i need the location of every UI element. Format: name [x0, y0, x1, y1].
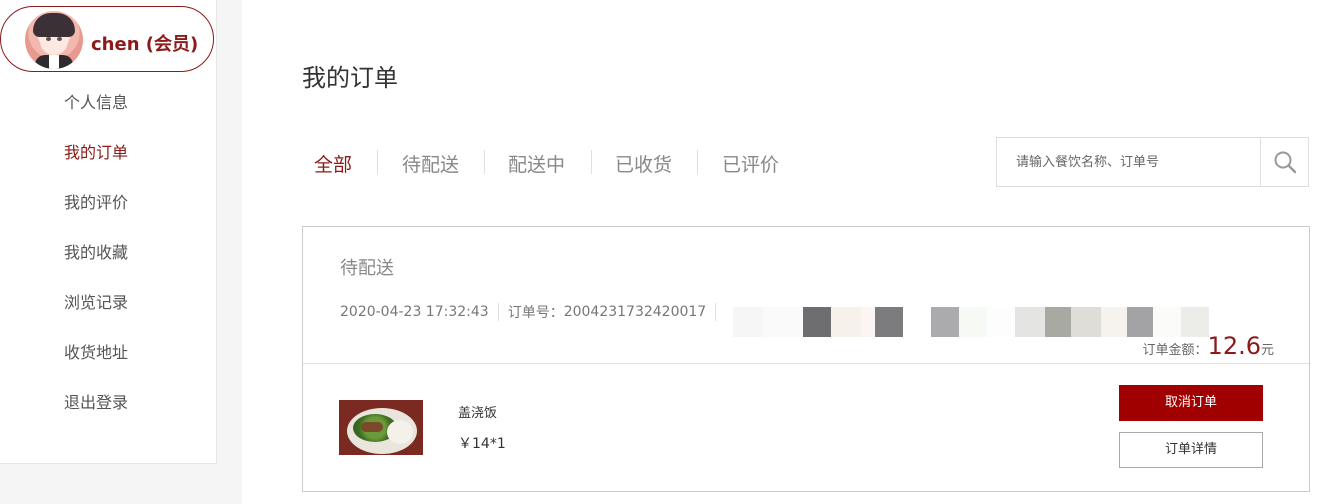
cancel-order-button[interactable]: 取消订单: [1119, 385, 1263, 421]
order-status: 待配送: [340, 258, 394, 279]
sidebar-item-reviews[interactable]: 我的评价: [64, 189, 128, 213]
order-number: 2004231732420017: [563, 304, 707, 320]
search-button[interactable]: [1260, 138, 1309, 186]
food-price: ￥14*1: [458, 436, 506, 452]
search-input[interactable]: [998, 139, 1260, 185]
tab-delivering[interactable]: 配送中: [508, 150, 565, 177]
sidebar-item-orders[interactable]: 我的订单: [64, 139, 128, 163]
avatar: [25, 11, 83, 69]
tab-divider: [697, 150, 698, 174]
tab-divider: [591, 150, 592, 174]
search-box: [996, 137, 1309, 187]
sidebar-item-history[interactable]: 浏览记录: [64, 289, 128, 313]
tab-divider: [377, 150, 378, 174]
sidebar: chen (会员) 个人信息 我的订单 我的评价 我的收藏 浏览记录 收货地址 …: [0, 0, 217, 464]
order-detail-button[interactable]: 订单详情: [1119, 432, 1263, 468]
meta-divider: [715, 303, 717, 321]
tab-reviewed[interactable]: 已评价: [722, 150, 779, 177]
sidebar-item-logout[interactable]: 退出登录: [64, 389, 128, 413]
order-number-label: 订单号：: [507, 305, 564, 321]
meta-divider: [497, 303, 499, 321]
user-name: chen (会员): [91, 34, 199, 55]
tab-pending-delivery[interactable]: 待配送: [402, 150, 459, 177]
order-amount-label: 订单金额：: [1142, 343, 1208, 358]
food-name[interactable]: 盖浇饭: [458, 402, 497, 421]
sidebar-item-favorites[interactable]: 我的收藏: [64, 239, 128, 263]
page-title: 我的订单: [302, 64, 398, 92]
order-datetime: 2020-04-23 17:32:43: [340, 304, 489, 320]
food-image[interactable]: [339, 400, 423, 455]
sidebar-item-address[interactable]: 收货地址: [64, 339, 128, 363]
order-amount-value: 12.6: [1207, 332, 1261, 360]
order-amount-unit: 元: [1260, 343, 1274, 358]
order-amount: 订单金额：12.6元: [1143, 332, 1274, 360]
tab-divider: [484, 150, 485, 174]
sidebar-item-profile[interactable]: 个人信息: [64, 89, 128, 113]
search-icon: [1274, 151, 1297, 174]
tab-received[interactable]: 已收货: [615, 150, 672, 177]
order-meta: 2020-04-23 17:32:43 订单号： 200423173242001…: [340, 302, 725, 322]
tab-all[interactable]: 全部: [314, 150, 352, 177]
user-profile-pill[interactable]: chen (会员): [0, 6, 214, 72]
card-divider: [303, 363, 1309, 364]
order-card: 待配送 2020-04-23 17:32:43 订单号： 20042317324…: [302, 226, 1310, 492]
